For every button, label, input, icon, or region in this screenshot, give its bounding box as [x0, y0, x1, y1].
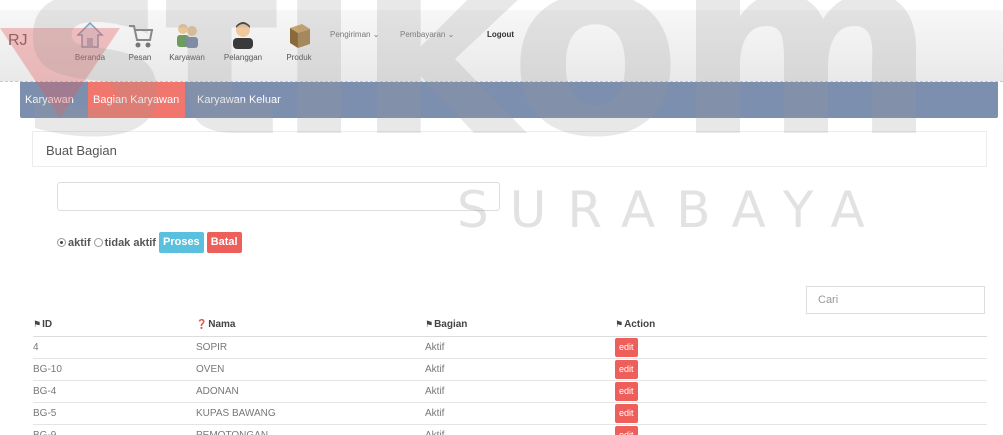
table-row: BG-10 OVEN Aktif edit: [33, 358, 987, 381]
cell-action: edit: [615, 380, 987, 403]
cell-nama: KUPAS BAWANG: [196, 402, 425, 425]
table-row: 4 SOPIR Aktif edit: [33, 336, 987, 359]
cell-id: BG-10: [33, 358, 196, 381]
home-icon: [76, 21, 104, 48]
batal-button[interactable]: Batal: [206, 232, 242, 253]
table-row: BG-9 PEMOTONGAN Aktif edit: [33, 424, 987, 435]
column-header-id[interactable]: ⚑ID: [33, 314, 196, 337]
dropdown-label: Pembayaran: [400, 30, 446, 39]
bookmark-icon: ⚑: [425, 319, 434, 330]
search-placeholder: Cari: [818, 294, 839, 306]
question-icon: ❓: [196, 319, 208, 330]
cell-bagian: Aktif: [425, 402, 615, 425]
panel-title: Buat Bagian: [46, 143, 117, 158]
cell-id: 4: [33, 336, 196, 359]
status-radio-group: aktif tidak aktif Proses Batal: [57, 232, 242, 253]
radio-aktif[interactable]: [57, 238, 66, 247]
chevron-down-icon: ⌄: [372, 30, 380, 39]
watermark-city: SURABAYA: [457, 181, 886, 239]
cell-action: edit: [615, 424, 987, 435]
customer-icon: [233, 22, 253, 49]
chevron-down-icon: ⌄: [447, 30, 455, 39]
cart-icon: [129, 25, 154, 48]
radio-tidak-aktif-label: tidak aktif: [104, 236, 156, 249]
cell-id: BG-9: [33, 424, 196, 435]
column-header-nama[interactable]: ❓Nama: [196, 314, 425, 337]
edit-button[interactable]: edit: [615, 337, 638, 357]
cell-nama: ADONAN: [196, 380, 425, 403]
cell-nama: PEMOTONGAN: [196, 424, 425, 435]
top-navbar: RJ Beranda Pesan Karyawan Pelanggan Prod…: [0, 10, 1003, 82]
tab-bagian-karyawan[interactable]: Bagian Karyawan: [88, 82, 185, 118]
cell-id: BG-4: [33, 380, 196, 403]
box-icon: [290, 24, 310, 48]
tab-karyawan[interactable]: Karyawan: [20, 82, 79, 118]
proses-button[interactable]: Proses: [158, 232, 204, 253]
sub-navbar: Karyawan Bagian Karyawan Karyawan Keluar: [20, 82, 998, 118]
panel-header: Buat Bagian: [32, 131, 987, 167]
dropdown-label: Pengiriman: [330, 30, 371, 39]
cell-action: edit: [615, 336, 987, 359]
edit-button[interactable]: edit: [615, 403, 638, 423]
flag-icon: ⚑: [33, 319, 42, 330]
edit-button[interactable]: edit: [615, 381, 638, 401]
radio-tidak-aktif[interactable]: [93, 238, 103, 247]
cell-bagian: Aktif: [425, 336, 615, 359]
brand-logo[interactable]: RJ: [8, 32, 28, 50]
cell-action: edit: [615, 358, 987, 381]
cell-bagian: Aktif: [425, 380, 615, 403]
pembayaran-dropdown[interactable]: Pembayaran ⌄: [400, 30, 454, 39]
nav-item-label: Produk: [286, 53, 312, 62]
bagian-table: ⚑ID ❓Nama ⚑Bagian ⚑Action 4 SOPIR Aktif …: [33, 314, 987, 435]
column-header-bagian[interactable]: ⚑Bagian: [425, 314, 615, 337]
edit-button[interactable]: edit: [615, 425, 638, 435]
radio-aktif-label: aktif: [68, 236, 91, 249]
cell-action: edit: [615, 402, 987, 425]
table-row: BG-5 KUPAS BAWANG Aktif edit: [33, 402, 987, 425]
cell-bagian: Aktif: [425, 358, 615, 381]
nav-item-karyawan[interactable]: Karyawan: [157, 20, 217, 62]
nav-item-label: Pelanggan: [223, 53, 263, 62]
nav-item-label: Karyawan: [169, 53, 205, 62]
bagian-name-input[interactable]: [57, 182, 500, 211]
cell-bagian: Aktif: [425, 424, 615, 435]
pengiriman-dropdown[interactable]: Pengiriman ⌄: [330, 30, 379, 39]
search-input[interactable]: Cari: [806, 286, 985, 314]
bookmark-icon: ⚑: [615, 319, 624, 330]
cell-nama: OVEN: [196, 358, 425, 381]
column-header-action[interactable]: ⚑Action: [615, 314, 987, 337]
tab-karyawan-keluar[interactable]: Karyawan Keluar: [192, 82, 286, 118]
cell-id: BG-5: [33, 402, 196, 425]
logout-link[interactable]: Logout: [487, 30, 514, 39]
table-header-row: ⚑ID ❓Nama ⚑Bagian ⚑Action: [33, 314, 987, 337]
nav-item-produk[interactable]: Produk: [269, 20, 329, 62]
edit-button[interactable]: edit: [615, 359, 638, 379]
cell-nama: SOPIR: [196, 336, 425, 359]
table-row: BG-4 ADONAN Aktif edit: [33, 380, 987, 403]
employees-icon: [177, 24, 198, 48]
nav-item-pelanggan[interactable]: Pelanggan: [213, 20, 273, 62]
